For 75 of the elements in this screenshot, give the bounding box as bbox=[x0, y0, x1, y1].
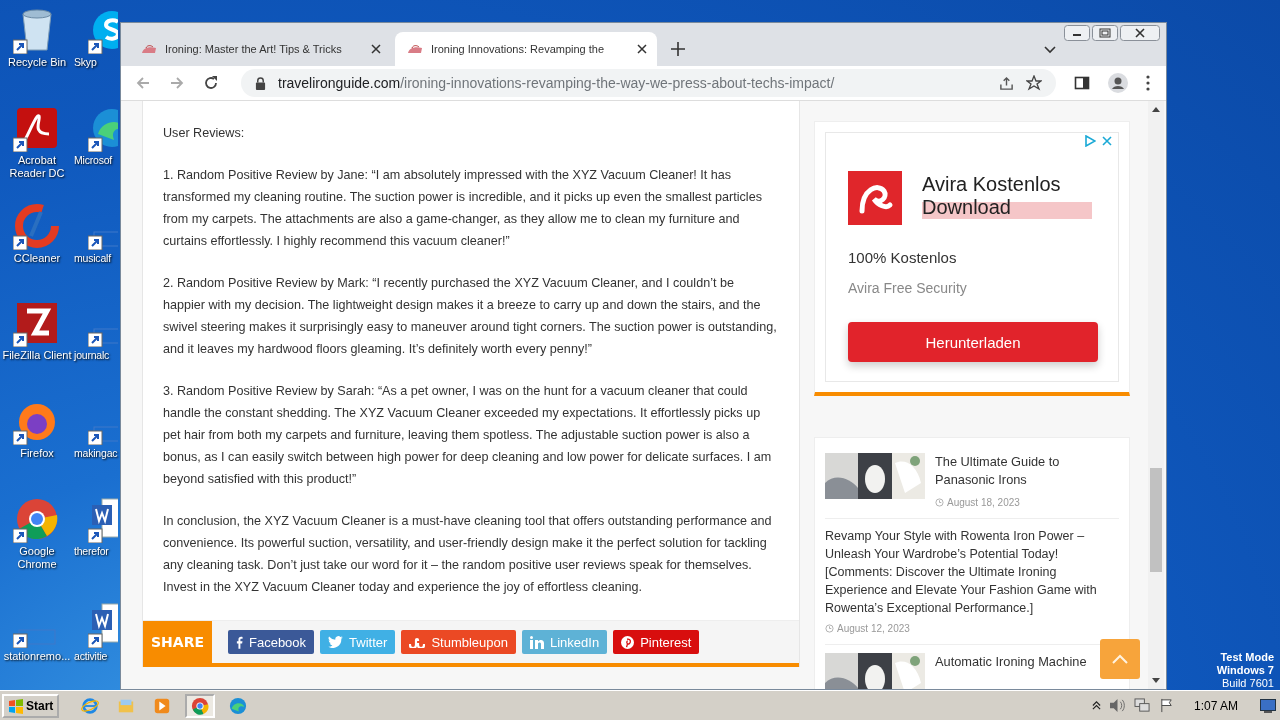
ccleaner-icon[interactable] bbox=[13, 202, 61, 250]
share-label: SHARE bbox=[143, 621, 212, 663]
desktop-icon-label[interactable]: journalc bbox=[74, 349, 110, 362]
article-paragraph: User Reviews: bbox=[163, 125, 246, 142]
stumbleupon-icon bbox=[409, 636, 426, 648]
ad-subtitle: 100% Kostenlos bbox=[848, 249, 958, 266]
desktop-icon-label[interactable]: musicalf bbox=[74, 252, 111, 265]
ad-title[interactable]: Avira Kostenlos Download bbox=[922, 173, 1092, 219]
menu-icon[interactable] bbox=[1146, 75, 1150, 91]
desktop-icon-label[interactable]: Skyp bbox=[74, 56, 97, 69]
test-mode-text: Windows 7 bbox=[1216, 664, 1274, 677]
article-paragraph: 3. Random Positive Review by Sarah: “As a pet owner, I was on the hunt for a vacuum cleaner that could handle the constant shedding. The XYZ Vacuum Cleaner exceeded my expectations. It effortlessly picks up pet hair from both my carpets and furniture, leaving them spotless. The adjustable suction power is also a bonus, as I can easily switch between high power for deep cleaning and low power for delicate surfaces. I am beyond satisfied with this product!” bbox=[163, 383, 773, 488]
share-button[interactable]: Facebook bbox=[228, 630, 315, 654]
new-tab-icon[interactable] bbox=[671, 42, 685, 56]
clock-icon bbox=[935, 498, 944, 507]
linkedin-icon bbox=[530, 635, 544, 649]
reload-icon[interactable] bbox=[203, 75, 219, 91]
desktop-icon-label[interactable]: activitie bbox=[74, 650, 108, 663]
post-title-link[interactable]: Revamp Your Style with Rowenta Iron Power – Unleash Your Wardrobe’s Potential Today! [Comments: Discover the Ultimate Ironing Experience and Elevate Your Fashion Game with Rowenta’s Exceptional Performance.] bbox=[825, 527, 1119, 617]
post-title-link[interactable]: The Ultimate Guide to Panasonic Irons bbox=[935, 453, 1089, 489]
download-button[interactable]: Herunterladen bbox=[848, 322, 1098, 362]
desktop-icon-label[interactable]: makingac bbox=[74, 447, 118, 460]
desktop-icon-label[interactable]: stationremo... bbox=[3, 650, 71, 663]
desktop-icon-label[interactable]: therefor bbox=[74, 545, 109, 558]
close-icon[interactable] bbox=[637, 44, 647, 54]
test-mode-text: Test Mode bbox=[1220, 651, 1274, 664]
star-icon[interactable] bbox=[1026, 75, 1042, 91]
desktop-icon-label[interactable]: Firefox bbox=[20, 447, 54, 460]
scroll-down-icon[interactable] bbox=[1152, 678, 1160, 683]
scrollbar-thumb[interactable] bbox=[1150, 468, 1162, 572]
scrollbar[interactable] bbox=[1148, 101, 1164, 689]
desktop-icon-label[interactable]: Microsof bbox=[74, 154, 113, 167]
clock-icon bbox=[825, 624, 834, 633]
post-date: August 18, 2023 bbox=[947, 497, 1020, 508]
test-mode-text: Build 7601 bbox=[1222, 677, 1274, 690]
desktop-icon-label[interactable]: FileZilla Client bbox=[2, 349, 72, 362]
umbrella-logo-icon bbox=[848, 171, 902, 225]
desktop-icon-label[interactable]: Google Chrome bbox=[0, 545, 74, 571]
chevron-down-icon[interactable] bbox=[1044, 46, 1056, 54]
windows-logo-icon bbox=[8, 697, 24, 714]
minimize-icon[interactable] bbox=[1064, 25, 1090, 41]
browser-tab[interactable]: Ironing Innovations: Revamping the bbox=[395, 32, 657, 66]
post-title-link[interactable]: Automatic Ironing Machine bbox=[935, 653, 1087, 671]
article-paragraph: In conclusion, the XYZ Vacuum Cleaner is a must-have cleaning tool that offers outstanding performance and convenience. Its powerful suction, versatility, and user-friendly design make it the perfect solution for tackling any cleaning task. Don’t just take our word for it – the random positive user reviews speak for themselves. Invest in the XYZ Vacuum Cleaner today and experience the joy of effortless cleaning. bbox=[163, 513, 773, 596]
share-button[interactable]: Pinterest bbox=[613, 630, 700, 654]
share-button[interactable]: Stumbleupon bbox=[401, 630, 516, 654]
article-paragraph: 2. Random Positive Review by Mark: “I recently purchased the XYZ Vacuum Cleaner, and I couldn’t be happier with my decision. The lightweight design makes it a breeze to carry up and down the stairs, and the swivel steering makes it surprisingly easy to maneuver around tight corners. The suction power is outstanding, and it leaves my hardwood floors gleaming. It’s definitely worth every penny!” bbox=[163, 275, 778, 358]
pinterest-icon bbox=[621, 635, 635, 649]
speaker-icon[interactable] bbox=[1108, 698, 1126, 713]
bird-icon bbox=[328, 636, 344, 648]
start-button[interactable]: Start bbox=[2, 693, 60, 718]
desktop-icon-label[interactable]: Recycle Bin bbox=[7, 56, 67, 69]
facebook-icon bbox=[236, 635, 243, 649]
browser-tab[interactable]: Ironing: Master the Art! Tips & Tricks bbox=[129, 32, 391, 66]
chrome-icon[interactable] bbox=[185, 693, 216, 718]
flag-icon[interactable] bbox=[1158, 698, 1174, 713]
chevron-up-icon[interactable] bbox=[1091, 701, 1101, 710]
desktop-icon-label[interactable]: CCleaner bbox=[13, 252, 61, 265]
side-panel-icon[interactable] bbox=[1074, 75, 1090, 91]
ad-brand: Avira Free Security bbox=[848, 280, 968, 296]
network-icon[interactable] bbox=[1133, 698, 1151, 713]
post-date: August 12, 2023 bbox=[837, 623, 910, 634]
article-paragraph: 1. Random Positive Review by Jane: “I am absolutely impressed with the XYZ Vacuum Cleaner! It has transformed my cleaning routine. The suction power is incredible, and it picks up even the smallest particles from my carpets. The attachments are also a game-changer, as they allow me to clean my furniture and curtains effortlessly. I highly recommend this vacuum cleaner!” bbox=[163, 167, 763, 250]
show-desktop-icon[interactable] bbox=[1260, 698, 1276, 713]
close-icon[interactable] bbox=[1120, 25, 1160, 41]
scroll-up-icon[interactable] bbox=[1152, 107, 1160, 112]
play-icon[interactable] bbox=[1084, 135, 1096, 147]
address-bar[interactable]: travelironguide.com/ironing-innovations-revamping-the-way-we-press-about-techs-impact/ bbox=[241, 69, 1056, 97]
chevron-up-icon bbox=[1112, 654, 1128, 664]
clock[interactable]: 1:07 AM bbox=[1193, 698, 1238, 713]
close-icon[interactable] bbox=[371, 44, 381, 54]
profile-icon[interactable] bbox=[1108, 73, 1128, 93]
lock-icon bbox=[255, 76, 266, 90]
share-icon[interactable] bbox=[999, 75, 1014, 91]
desktop-icon-label[interactable]: Acrobat Reader DC bbox=[0, 154, 74, 180]
